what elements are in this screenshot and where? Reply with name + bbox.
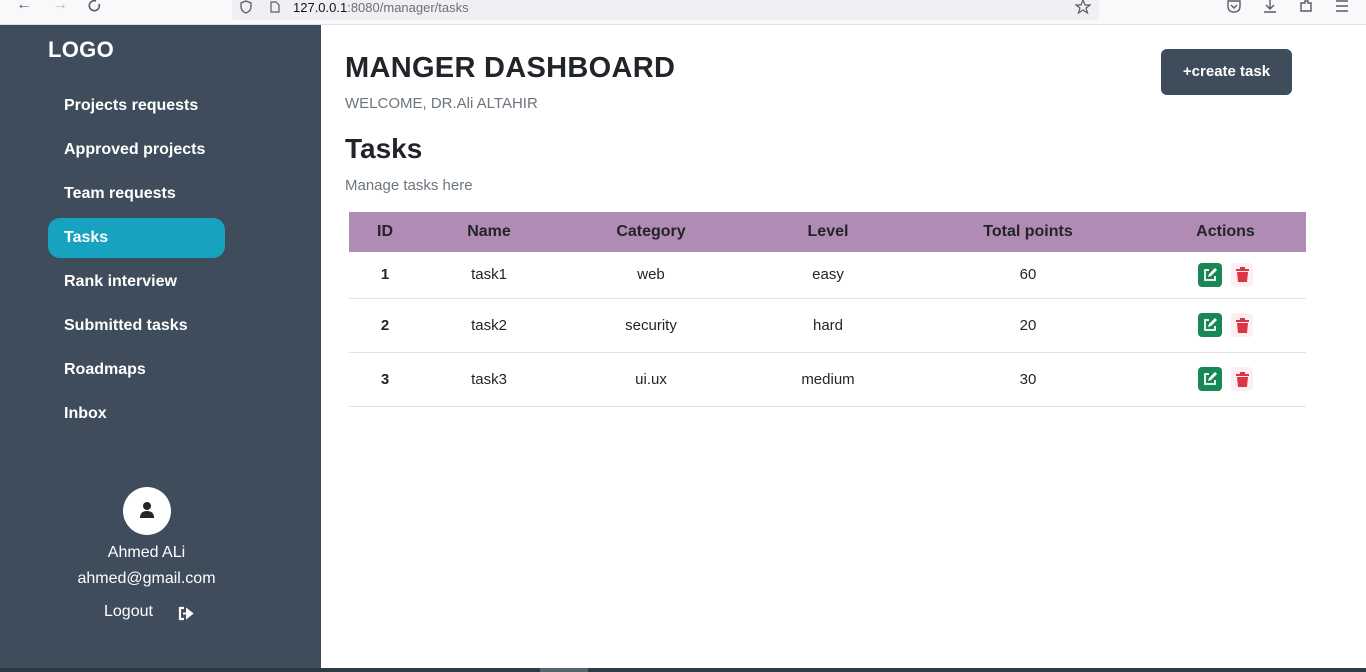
sidebar: LOGO Projects requests Approved projects… [0, 25, 321, 668]
back-arrow-icon[interactable]: ← [16, 0, 32, 14]
page-title: MANGER DASHBOARD [345, 52, 676, 84]
cell-points: 20 [911, 298, 1145, 353]
sidebar-item-approved-projects[interactable]: Approved projects [48, 130, 225, 170]
trash-icon [1235, 317, 1249, 333]
cell-category: web [557, 252, 745, 299]
trash-icon [1235, 267, 1249, 283]
edit-button[interactable] [1198, 367, 1222, 391]
sidebar-item-roadmaps[interactable]: Roadmaps [48, 350, 225, 390]
table-row: 1 task1 web easy 60 [349, 252, 1306, 299]
column-header-id: ID [349, 212, 421, 252]
edit-button[interactable] [1198, 313, 1222, 337]
user-profile: Ahmed ALi ahmed@gmail.com Logout [0, 487, 293, 625]
cell-category: ui.ux [557, 352, 745, 407]
section-title: Tasks [345, 133, 423, 164]
trash-icon [1235, 371, 1249, 387]
sidebar-item-projects-requests[interactable]: Projects requests [48, 86, 225, 126]
scrollbar-thumb[interactable] [540, 668, 588, 672]
table-header-row: ID Name Category Level Total points Acti… [349, 212, 1306, 252]
user-icon [139, 502, 154, 518]
logout-button[interactable]: Logout [0, 603, 293, 625]
cell-level: hard [745, 298, 911, 353]
cell-id: 1 [349, 252, 421, 299]
column-header-total-points: Total points [911, 212, 1145, 252]
profile-email: ahmed@gmail.com [77, 570, 216, 587]
sidebar-item-submitted-tasks[interactable]: Submitted tasks [48, 306, 225, 346]
cell-actions [1145, 252, 1306, 299]
sidebar-item-inbox[interactable]: Inbox [48, 394, 225, 434]
cell-id: 3 [349, 352, 421, 407]
cell-level: easy [745, 252, 911, 299]
column-header-actions: Actions [1145, 212, 1306, 252]
delete-button[interactable] [1231, 367, 1253, 391]
pocket-icon[interactable] [1226, 0, 1242, 14]
url-host: 127.0.0.1 [293, 0, 348, 15]
section-subtitle: Manage tasks here [345, 177, 473, 194]
table-row: 2 task2 security hard 20 [349, 298, 1306, 353]
extensions-icon[interactable] [1298, 0, 1314, 14]
cell-actions [1145, 352, 1306, 407]
logout-label: Logout [104, 603, 153, 620]
profile-name: Ahmed ALi [107, 544, 186, 561]
reload-icon[interactable] [88, 0, 102, 14]
menu-icon[interactable] [1334, 0, 1350, 14]
url-text: 127.0.0.1:8080/manager/tasks [293, 1, 469, 15]
column-header-category: Category [557, 212, 745, 252]
bookmark-star-icon[interactable] [1075, 0, 1091, 15]
address-bar[interactable]: 127.0.0.1:8080/manager/tasks [232, 0, 1099, 20]
logout-icon[interactable] [178, 606, 195, 621]
delete-button[interactable] [1231, 262, 1253, 287]
edit-button[interactable] [1198, 262, 1222, 287]
browser-toolbar: ← → 127.0.0.1:8080/manager/tasks [0, 0, 1366, 25]
page-icon [270, 1, 280, 13]
shield-icon [240, 0, 252, 14]
edit-icon [1204, 372, 1217, 385]
column-header-name: Name [421, 212, 557, 252]
welcome-text: WELCOME, DR.Ali ALTAHIR [345, 95, 538, 112]
create-task-button[interactable]: +create task [1161, 49, 1292, 95]
cell-name: task2 [421, 298, 557, 353]
forward-arrow-icon[interactable]: → [52, 0, 68, 14]
delete-button[interactable] [1231, 313, 1253, 337]
column-header-level: Level [745, 212, 911, 252]
cell-points: 30 [911, 352, 1145, 407]
sidebar-nav: Projects requests Approved projects Team… [48, 86, 225, 438]
tasks-table: ID Name Category Level Total points Acti… [349, 212, 1306, 407]
logo[interactable]: LOGO [48, 37, 114, 63]
avatar [122, 487, 171, 535]
sidebar-item-team-requests[interactable]: Team requests [48, 174, 225, 214]
cell-name: task3 [421, 352, 557, 407]
cell-level: medium [745, 352, 911, 407]
url-path: :8080/manager/tasks [347, 0, 469, 15]
edit-icon [1204, 318, 1217, 331]
sidebar-item-tasks[interactable]: Tasks [48, 218, 225, 258]
edit-icon [1204, 267, 1217, 281]
sidebar-item-rank-interview[interactable]: Rank interview [48, 262, 225, 302]
cell-points: 60 [911, 252, 1145, 299]
cell-actions [1145, 298, 1306, 353]
main-content: MANGER DASHBOARD WELCOME, DR.Ali ALTAHIR… [321, 25, 1366, 668]
cell-id: 2 [349, 298, 421, 353]
cell-name: task1 [421, 252, 557, 299]
table-row: 3 task3 ui.ux medium 30 [349, 352, 1306, 407]
download-icon[interactable] [1262, 0, 1278, 14]
horizontal-scrollbar[interactable] [0, 668, 1366, 672]
cell-category: security [557, 298, 745, 353]
